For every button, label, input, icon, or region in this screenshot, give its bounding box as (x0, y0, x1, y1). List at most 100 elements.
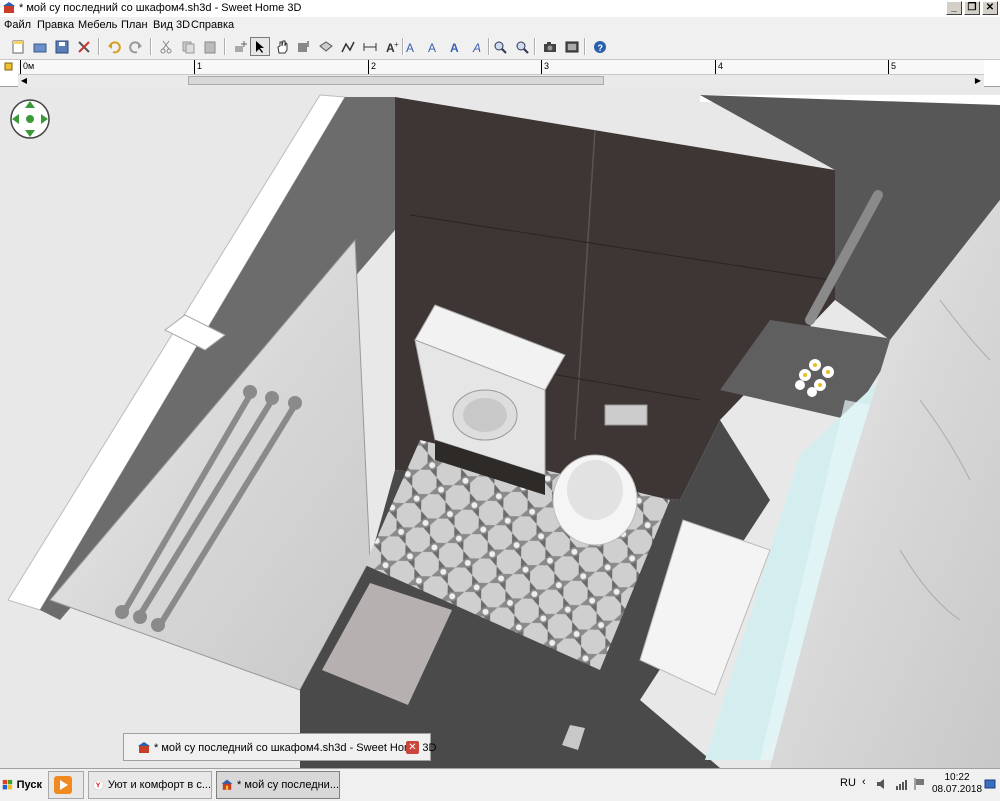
redo-button[interactable] (126, 37, 146, 56)
text-italic-icon: A (472, 41, 481, 54)
italic-text-button[interactable]: A (468, 37, 488, 56)
minimize-button[interactable]: _ (946, 1, 962, 15)
add-text-button[interactable]: A + (382, 37, 402, 56)
pan-mode-button[interactable] (272, 37, 292, 56)
horizontal-ruler: 0м 1 2 3 4 5 (18, 60, 984, 75)
close-button[interactable]: ✕ (982, 1, 998, 15)
menu-3d-view[interactable]: Вид 3D (153, 19, 190, 31)
paste-button[interactable] (200, 37, 220, 56)
undo-button[interactable] (104, 37, 124, 56)
tray-chevron-icon[interactable]: ‹ (862, 776, 866, 788)
taskbar-yandex-browser[interactable]: Y Уют и комфорт в с... (88, 771, 212, 799)
clock-time: 10:22 (944, 772, 970, 783)
ruler-label: 5 (891, 61, 897, 71)
ruler-tick (20, 60, 21, 74)
ruler-tick (715, 60, 716, 74)
taskbar-sweet-home-3d[interactable]: * мой су последни... (216, 771, 340, 799)
help-icon: ? (594, 40, 606, 53)
cursor-arrow-icon (256, 40, 264, 53)
toolbar: A + A A A A ? (0, 34, 1000, 60)
toolbar-separator (98, 38, 100, 55)
scroll-left-arrow-icon[interactable]: ◀ (18, 75, 30, 86)
create-rooms-button[interactable] (316, 37, 336, 56)
bold-text-button[interactable]: A (446, 37, 466, 56)
copy-icon (182, 41, 195, 53)
svg-text:A: A (472, 41, 481, 54)
scrollbar-thumb[interactable] (188, 76, 604, 85)
preferences-button[interactable] (74, 37, 94, 56)
3d-navigation-control[interactable] (9, 98, 51, 140)
save-button[interactable] (52, 37, 72, 56)
dimension-icon (363, 42, 377, 51)
copy-button[interactable] (178, 37, 198, 56)
room-icon (319, 40, 333, 52)
create-walls-button[interactable] (294, 37, 314, 56)
menu-help[interactable]: Справка (191, 19, 234, 31)
ruler-label: 2 (371, 61, 377, 71)
modify-text-style-button[interactable]: A (402, 37, 422, 56)
zoom-in-button[interactable] (490, 37, 510, 56)
toolbar-separator (150, 38, 152, 55)
new-home-button[interactable] (8, 37, 28, 56)
increase-text-size-button[interactable]: A (424, 37, 444, 56)
start-button[interactable]: Пуск (2, 773, 42, 797)
menu-furniture[interactable]: Мебель (78, 19, 117, 31)
zoom-out-button[interactable] (512, 37, 532, 56)
sweet-home-3d-icon (221, 779, 233, 790)
network-icon[interactable] (895, 777, 909, 791)
language-indicator[interactable]: RU (840, 777, 856, 789)
taskbar-media-player[interactable] (48, 771, 84, 799)
menu-plan[interactable]: План (121, 19, 148, 31)
clock-date: 08.07.2018 (932, 784, 983, 795)
ruler-label: 4 (718, 61, 724, 71)
svg-text:+: + (394, 40, 399, 49)
sweet-home-3d-icon (3, 2, 15, 13)
add-furniture-button[interactable] (230, 37, 250, 56)
flag-icon[interactable] (913, 777, 927, 791)
scroll-right-arrow-icon[interactable]: ▶ (972, 75, 984, 86)
create-photo-button[interactable] (540, 37, 560, 56)
svg-text:A: A (450, 41, 459, 54)
svg-text:A: A (428, 41, 436, 54)
paste-icon (204, 41, 216, 53)
create-polylines-button[interactable] (338, 37, 358, 56)
clock[interactable]: 10:22 08.07.2018 (932, 772, 982, 796)
create-video-button[interactable] (562, 37, 582, 56)
toolbar-separator (534, 38, 536, 55)
start-label: Пуск (16, 779, 42, 791)
restore-button[interactable]: ❐ (964, 1, 980, 15)
polyline-icon (341, 41, 355, 52)
help-button[interactable]: ? (590, 37, 610, 56)
select-mode-button[interactable] (250, 37, 270, 56)
text-style-icon: A (406, 41, 414, 54)
show-desktop-icon[interactable] (984, 778, 996, 790)
svg-text:Y: Y (96, 783, 101, 790)
preview-close-button[interactable]: ✕ (406, 741, 419, 754)
3d-bathroom-render[interactable] (0, 87, 1000, 768)
taskbar-preview-popup[interactable]: * мой су последний со шкафом4.sh3d - Swe… (123, 733, 436, 761)
text-increase-icon: A (428, 41, 436, 54)
media-player-icon (54, 776, 72, 794)
hand-icon (277, 40, 288, 53)
menu-file[interactable]: Файл (4, 19, 31, 31)
video-icon (565, 41, 579, 52)
scissors-tools-icon (78, 40, 90, 53)
cut-button[interactable] (156, 37, 176, 56)
ruler-label: 0м (23, 61, 35, 71)
sweet-home-3d-icon (138, 742, 150, 753)
svg-text:A: A (406, 41, 414, 54)
volume-icon[interactable] (876, 777, 890, 791)
toolbar-separator (584, 38, 586, 55)
menu-edit[interactable]: Правка (37, 19, 74, 31)
open-button[interactable] (30, 37, 50, 56)
floppy-icon (55, 40, 69, 53)
create-dimensions-button[interactable] (360, 37, 380, 56)
ruler-tick (541, 60, 542, 74)
3d-view[interactable] (0, 87, 1000, 768)
toolbar-separator (224, 38, 226, 55)
cut-icon (160, 40, 172, 53)
plan-horizontal-scrollbar[interactable]: ◀ ▶ (18, 74, 984, 87)
ruler-label: 1 (197, 61, 203, 71)
preview-title: * мой су последний со шкафом4.sh3d - Swe… (154, 742, 437, 754)
plan-view[interactable]: 0м 1 2 3 4 5 ◀ ▶ (0, 60, 1000, 87)
